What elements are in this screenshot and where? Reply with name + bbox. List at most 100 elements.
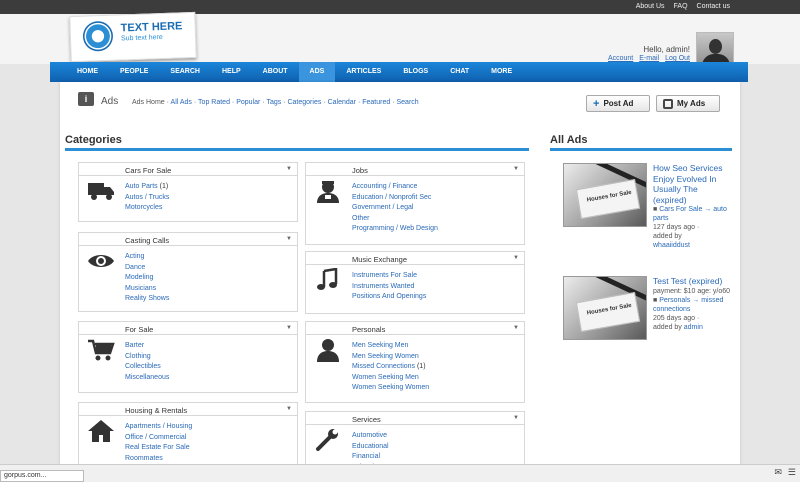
subcategory-link[interactable]: Auto Parts bbox=[125, 183, 158, 190]
category-header[interactable]: Personals ▼ bbox=[306, 322, 524, 335]
subcategory-link[interactable]: Men Seeking Men bbox=[352, 342, 408, 349]
logout-link[interactable]: Log Out bbox=[665, 55, 690, 62]
subcategory-link[interactable]: Missed Connections bbox=[352, 363, 415, 370]
chevron-down-icon[interactable]: ▼ bbox=[286, 236, 292, 242]
category-header[interactable]: Music Exchange ▼ bbox=[306, 252, 524, 265]
ad-thumbnail[interactable]: Houses for Sale bbox=[563, 276, 647, 340]
my-ads-button[interactable]: My Ads bbox=[656, 95, 720, 112]
site-logo[interactable]: TEXT HERE Sub text here bbox=[69, 11, 197, 63]
ad-thumbnail[interactable]: Houses for Sale bbox=[563, 163, 647, 227]
contact-us-link[interactable]: Contact us bbox=[697, 3, 730, 10]
subcategory-link[interactable]: Autos / Trucks bbox=[125, 194, 169, 201]
subcategory-link[interactable]: Positions And Openings bbox=[352, 293, 426, 300]
subnav-tags[interactable]: Tags bbox=[266, 99, 281, 106]
subcategory-link[interactable]: Clothing bbox=[125, 353, 151, 360]
music-note-icon bbox=[314, 267, 342, 292]
subcategory-link[interactable]: Musicians bbox=[125, 285, 156, 292]
subnav-calendar[interactable]: Calendar bbox=[328, 99, 356, 106]
subnav-ads-home[interactable]: Ads Home bbox=[132, 99, 165, 106]
subcategory-link[interactable]: Women Seeking Men bbox=[352, 374, 419, 381]
logo-subtitle: Sub text here bbox=[120, 33, 163, 43]
category-header[interactable]: Jobs ▼ bbox=[306, 163, 524, 176]
subcategory-link[interactable]: Real Estate For Sale bbox=[125, 444, 190, 451]
subcategory-link[interactable]: Motorcycles bbox=[125, 204, 162, 211]
subnav-all-ads[interactable]: All Ads bbox=[171, 99, 192, 106]
about-us-link[interactable]: About Us bbox=[636, 3, 665, 10]
category-header[interactable]: Cars For Sale ▼ bbox=[79, 163, 297, 176]
subcategory-link[interactable]: Men Seeking Women bbox=[352, 353, 419, 360]
nav-item-more[interactable]: MORE bbox=[480, 62, 523, 82]
subcategory-link[interactable]: Dance bbox=[125, 264, 145, 271]
nav-item-blogs[interactable]: BLOGS bbox=[392, 62, 439, 82]
chevron-down-icon[interactable]: ▼ bbox=[286, 406, 292, 412]
subcategory-link[interactable]: Women Seeking Women bbox=[352, 384, 429, 391]
chevron-down-icon[interactable]: ▼ bbox=[513, 415, 519, 421]
list-item: Dance bbox=[125, 263, 297, 274]
list-item: Women Seeking Women bbox=[352, 383, 524, 394]
subcategory-link[interactable]: Other bbox=[352, 215, 370, 222]
subcategory-link[interactable]: Financial bbox=[352, 453, 380, 460]
list-item: Men Seeking Women bbox=[352, 352, 524, 363]
subcategory-link[interactable]: Collectibles bbox=[125, 363, 161, 370]
list-item: Men Seeking Men bbox=[352, 341, 524, 352]
chevron-down-icon[interactable]: ▼ bbox=[286, 325, 292, 331]
subcategory-link[interactable]: Accounting / Finance bbox=[352, 183, 417, 190]
subcategory-link[interactable]: Programming / Web Design bbox=[352, 225, 438, 232]
category-header[interactable]: Housing & Rentals ▼ bbox=[79, 403, 297, 416]
ad-title-link[interactable]: Test Test (expired) bbox=[653, 276, 733, 287]
subcategory-link[interactable]: Acting bbox=[125, 253, 144, 260]
subcategory-link[interactable]: Educational bbox=[352, 443, 389, 450]
subnav-top-rated[interactable]: Top Rated bbox=[198, 99, 230, 106]
subcategory-link[interactable]: Instruments For Sale bbox=[352, 272, 417, 279]
chevron-down-icon[interactable]: ▼ bbox=[286, 166, 292, 172]
category-title: Services bbox=[352, 415, 381, 424]
nav-item-help[interactable]: HELP bbox=[211, 62, 252, 82]
chevron-down-icon[interactable]: ▼ bbox=[513, 166, 519, 172]
list-item: Accounting / Finance bbox=[352, 182, 524, 193]
subnav-search[interactable]: Search bbox=[397, 99, 419, 106]
ad-category-link[interactable]: Personals → missed connections bbox=[653, 297, 723, 313]
subcategory-link[interactable]: Roommates bbox=[125, 455, 163, 462]
subcategory-link[interactable]: Office / Commercial bbox=[125, 434, 186, 441]
account-link[interactable]: Account bbox=[608, 55, 633, 62]
list-item: Reality Shows bbox=[125, 294, 297, 305]
subcategory-link[interactable]: Education / Nonprofit Sec bbox=[352, 194, 431, 201]
nav-item-about[interactable]: ABOUT bbox=[252, 62, 299, 82]
mail-icon[interactable]: ✉ bbox=[774, 467, 782, 478]
nav-item-ads[interactable]: ADS bbox=[298, 62, 336, 82]
ad-author-link[interactable]: whaaiiddust bbox=[653, 242, 690, 249]
subcategory-link[interactable]: Instruments Wanted bbox=[352, 283, 414, 290]
subcategory-link[interactable]: Reality Shows bbox=[125, 295, 169, 302]
subnav-popular[interactable]: Popular bbox=[236, 99, 260, 106]
ad-author-link[interactable]: admin bbox=[684, 324, 703, 331]
email-link[interactable]: E-mail bbox=[639, 55, 659, 62]
nav-item-search[interactable]: SEARCH bbox=[159, 62, 211, 82]
nav-item-chat[interactable]: CHAT bbox=[439, 62, 480, 82]
subcategory-link[interactable]: Miscellaneous bbox=[125, 374, 169, 381]
subnav-featured[interactable]: Featured bbox=[362, 99, 390, 106]
subcategory-link[interactable]: Barter bbox=[125, 342, 144, 349]
faq-link[interactable]: FAQ bbox=[674, 3, 688, 10]
nav-item-articles[interactable]: ARTICLES bbox=[335, 62, 392, 82]
nav-item-people[interactable]: PEOPLE bbox=[109, 62, 159, 82]
subcategory-link[interactable]: Government / Legal bbox=[352, 204, 413, 211]
subcategory-link[interactable]: Automotive bbox=[352, 432, 387, 439]
nav-item-home[interactable]: HOME bbox=[66, 62, 109, 82]
chevron-down-icon[interactable]: ▼ bbox=[513, 325, 519, 331]
ad-category-link[interactable]: Cars For Sale → auto parts bbox=[653, 206, 727, 222]
logo-swirl-icon bbox=[82, 20, 114, 52]
category-header[interactable]: For Sale ▼ bbox=[79, 322, 297, 335]
category-header[interactable]: Services ▼ bbox=[306, 412, 524, 425]
menu-icon[interactable]: ☰ bbox=[788, 467, 796, 478]
subcategory-link[interactable]: Apartments / Housing bbox=[125, 423, 192, 430]
chevron-down-icon[interactable]: ▼ bbox=[513, 255, 519, 261]
post-ad-button[interactable]: + Post Ad bbox=[586, 95, 650, 112]
ad-title-link[interactable]: How Seo Services Enjoy Evolved In Usuall… bbox=[653, 163, 733, 205]
subcategory-link[interactable]: Modeling bbox=[125, 274, 153, 281]
plus-icon: + bbox=[593, 97, 600, 110]
category-header[interactable]: Casting Calls ▼ bbox=[79, 233, 297, 246]
list-item: Barter bbox=[125, 341, 297, 352]
user-greeting: Hello, admin! bbox=[643, 45, 690, 54]
subnav-categories[interactable]: Categories bbox=[287, 99, 321, 106]
page-title: Ads bbox=[101, 96, 119, 107]
